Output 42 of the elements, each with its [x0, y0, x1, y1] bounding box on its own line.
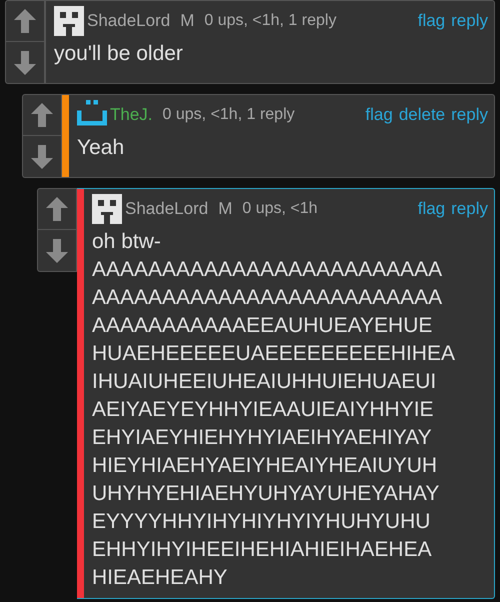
comment-text: HUAEHEEEEEUAEEEEEEEEEHIHEA [92, 341, 456, 367]
action-link[interactable]: reply [451, 100, 488, 130]
downvote-button[interactable] [5, 42, 45, 84]
comment-text: UHYHYEHIAEHYUHYAYUHEYAHAY [92, 481, 440, 507]
action-link[interactable]: flag [418, 6, 446, 36]
down-arrow-icon [31, 144, 53, 168]
action-link[interactable]: flag [418, 194, 446, 224]
badge-label: M [218, 198, 232, 220]
comment-text: AAAAAAAAAAAAAAAAAAAAAAAAA [92, 257, 444, 283]
comment-text: AEIYAEYEYHHYIEAAUIEAIYHHYIE [92, 397, 435, 423]
upvote-button[interactable] [5, 0, 45, 42]
comment-text: HIEAEHEAHY [92, 565, 228, 591]
username[interactable]: ShadeLord [125, 194, 208, 224]
comment-text: EHHYIHYIHEEIHEHIAHIEIHAEHEA [92, 537, 433, 563]
comment-text: IHUAIUHEEIUHEAIUHHUIEHUAEUI [92, 369, 438, 395]
upvote-button[interactable] [37, 188, 77, 230]
comment-text: HIEYHIAEHYAEIYHEAIYHEAIUYUH [92, 453, 438, 479]
comment-text: EYYYYHHYIHYHIYHYIYHUHYUHU [92, 509, 432, 535]
comment-meta: 0 ups, <1h [242, 199, 318, 219]
comment-meta: 0 ups, <1h, 1 reply [204, 11, 336, 31]
up-arrow-icon [31, 103, 53, 127]
action-link[interactable]: reply [451, 194, 488, 224]
action-link[interactable]: reply [451, 6, 488, 36]
upvote-button[interactable] [22, 94, 62, 136]
comment-text: you'll be older [54, 41, 184, 67]
comment-text: AAAAAAAAAAAAAAAAAAAAAAAAA [92, 285, 444, 311]
down-arrow-icon [14, 50, 36, 74]
comment-meta: 0 ups, <1h, 1 reply [162, 105, 295, 125]
up-arrow-icon [14, 9, 36, 33]
downvote-button[interactable] [37, 230, 77, 272]
down-arrow-icon [46, 238, 68, 262]
action-link[interactable]: flag [365, 100, 393, 130]
action-link[interactable]: delete [398, 100, 446, 130]
comment-text: Yeah [77, 135, 126, 161]
up-arrow-icon [46, 197, 68, 221]
comment-text: AAAAAAAAAAAEEAUHUEAYEHUE [92, 313, 434, 339]
comment-text: EHYIAEYHIEHYHYIAEIHYAEHIYAY [92, 425, 433, 451]
badge-label: M [180, 10, 194, 32]
downvote-button[interactable] [22, 136, 62, 178]
username[interactable]: TheJ. [110, 100, 153, 130]
comment-text: oh btw- [92, 229, 162, 255]
username[interactable]: ShadeLord [87, 6, 170, 36]
